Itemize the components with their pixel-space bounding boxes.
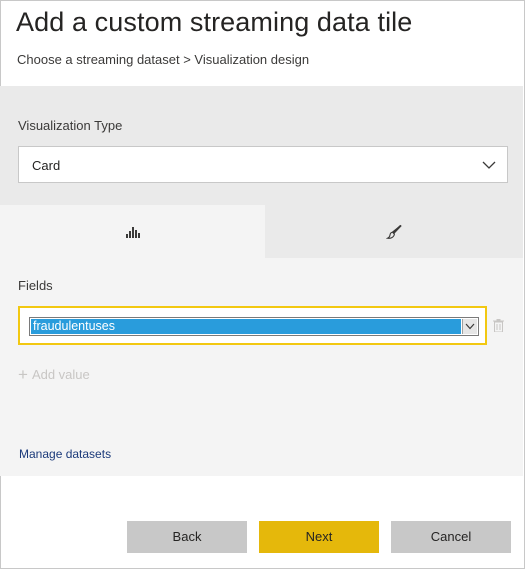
trash-icon[interactable] <box>493 319 504 332</box>
tab-format[interactable] <box>265 205 523 258</box>
bar-chart-icon <box>125 226 140 238</box>
chevron-down-icon <box>465 323 475 330</box>
dialog-title: Add a custom streaming data tile <box>16 7 413 37</box>
visualization-type-value: Card <box>32 158 61 173</box>
next-button[interactable]: Next <box>259 521 379 553</box>
visualization-type-select[interactable]: Card <box>18 146 508 183</box>
tab-data[interactable] <box>0 205 265 258</box>
field-dropdown-button[interactable] <box>462 319 477 334</box>
field-selected-value: fraudulentuses <box>31 319 461 334</box>
field-select[interactable]: fraudulentuses <box>29 317 479 336</box>
paintbrush-icon <box>386 224 402 239</box>
chevron-down-icon <box>482 161 496 169</box>
breadcrumb: Choose a streaming dataset > Visualizati… <box>17 52 310 67</box>
visualization-type-label: Visualization Type <box>18 118 123 133</box>
cancel-button[interactable]: Cancel <box>391 521 511 553</box>
fields-label: Fields <box>18 278 53 293</box>
add-value-label: Add value <box>31 367 90 382</box>
plus-icon: + <box>18 365 28 384</box>
field-row: fraudulentuses <box>18 306 487 345</box>
back-button[interactable]: Back <box>127 521 247 553</box>
manage-datasets-link[interactable]: Manage datasets <box>19 447 111 461</box>
add-value-button[interactable]: + Add value <box>18 365 90 384</box>
